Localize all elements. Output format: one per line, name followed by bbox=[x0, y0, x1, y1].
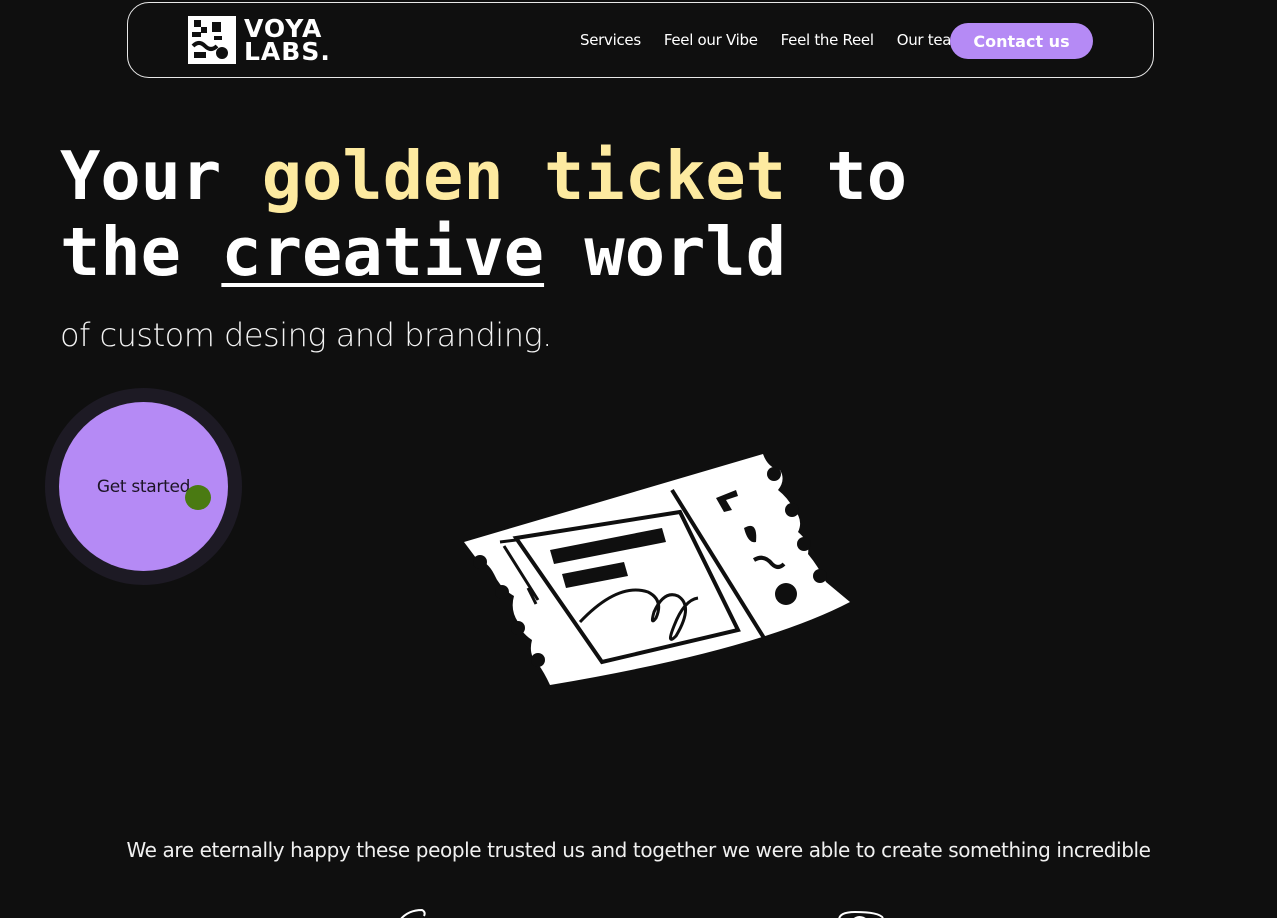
logo-line-2: LABS. bbox=[244, 37, 331, 66]
headline-line-2: the creative world bbox=[60, 214, 907, 290]
nav-services[interactable]: Services bbox=[580, 31, 641, 49]
partner-logo-icon bbox=[838, 910, 884, 918]
get-started-label: Get started bbox=[96, 476, 191, 497]
ticket-illustration bbox=[464, 454, 850, 685]
partner-logo-icon bbox=[400, 908, 426, 918]
contact-us-button[interactable]: Contact us bbox=[950, 23, 1093, 59]
headline-text: world bbox=[544, 213, 787, 291]
nav-feel-our-vibe[interactable]: Feel our Vibe bbox=[664, 31, 758, 49]
navbar: VOYA LABS. Services Feel our Vibe Feel t… bbox=[127, 2, 1154, 78]
headline-text: to bbox=[786, 137, 908, 215]
logo[interactable]: VOYA LABS. bbox=[188, 16, 331, 64]
nav-feel-the-reel[interactable]: Feel the Reel bbox=[781, 31, 874, 49]
hero-headline: Your golden ticket to the creative world bbox=[60, 138, 907, 290]
cursor-dot bbox=[185, 485, 211, 510]
logo-text: VOYA LABS. bbox=[244, 16, 331, 66]
hero-subline: of custom desing and branding. bbox=[60, 316, 552, 354]
headline-line-1: Your golden ticket to bbox=[60, 138, 907, 214]
nav-links: Services Feel our Vibe Feel the Reel Our… bbox=[580, 31, 966, 49]
headline-text: Your bbox=[60, 137, 262, 215]
voya-labs-logo-icon bbox=[188, 16, 236, 64]
headline-text: the bbox=[60, 213, 222, 291]
headline-gold-text: golden ticket bbox=[261, 137, 787, 215]
headline-underlined-text: creative bbox=[221, 213, 545, 291]
trust-statement: We are eternally happy these people trus… bbox=[126, 838, 1151, 862]
